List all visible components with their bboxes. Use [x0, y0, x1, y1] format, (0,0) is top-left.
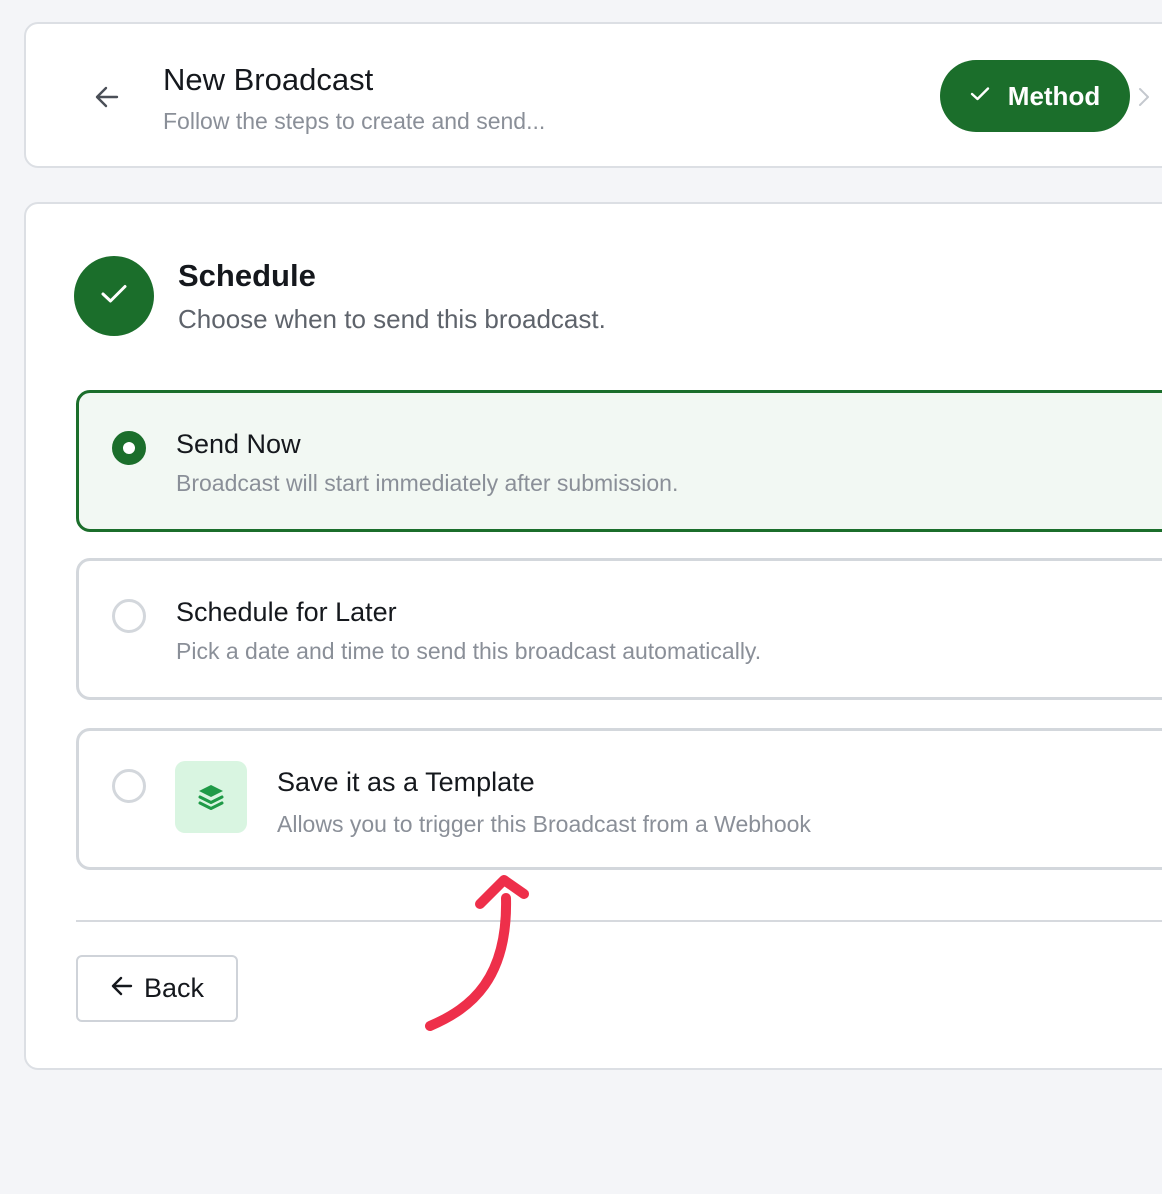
back-arrow-icon[interactable]	[92, 82, 122, 112]
option-description: Pick a date and time to send this broadc…	[176, 638, 762, 664]
header-card: New Broadcast Follow the steps to create…	[24, 22, 1162, 168]
check-icon	[100, 283, 128, 310]
page-subtitle: Follow the steps to create and send...	[163, 108, 546, 134]
page-title: New Broadcast	[163, 62, 374, 97]
option-title: Schedule for Later	[176, 597, 397, 627]
option-title: Save it as a Template	[277, 767, 535, 797]
check-icon	[970, 86, 990, 107]
radio-schedule-later[interactable]	[112, 599, 146, 633]
option-description: Broadcast will start immediately after s…	[176, 470, 679, 496]
back-button[interactable]: Back	[76, 955, 238, 1022]
section-subtitle: Choose when to send this broadcast.	[178, 304, 606, 334]
step-complete-badge	[74, 256, 154, 336]
option-description: Allows you to trigger this Broadcast fro…	[277, 811, 811, 837]
radio-send-now[interactable]	[112, 431, 146, 465]
layers-icon	[175, 761, 247, 833]
curved-arrow-icon	[425, 875, 529, 1031]
option-save-template[interactable]: Save it as a Template Allows you to trig…	[76, 728, 1162, 870]
step-method-pill[interactable]: Method	[940, 60, 1130, 132]
option-title: Send Now	[176, 429, 301, 459]
schedule-card: Schedule Choose when to send this broadc…	[24, 202, 1162, 1070]
divider	[76, 920, 1162, 922]
option-send-now[interactable]: Send Now Broadcast will start immediatel…	[76, 390, 1162, 532]
option-schedule-later[interactable]: Schedule for Later Pick a date and time …	[76, 558, 1162, 700]
step-method-label: Method	[1007, 80, 1101, 111]
chevron-right-icon	[1136, 86, 1152, 108]
arrow-left-icon	[110, 975, 134, 1002]
section-title: Schedule	[178, 258, 316, 293]
back-button-label: Back	[143, 973, 205, 1003]
radio-save-template[interactable]	[112, 769, 146, 803]
